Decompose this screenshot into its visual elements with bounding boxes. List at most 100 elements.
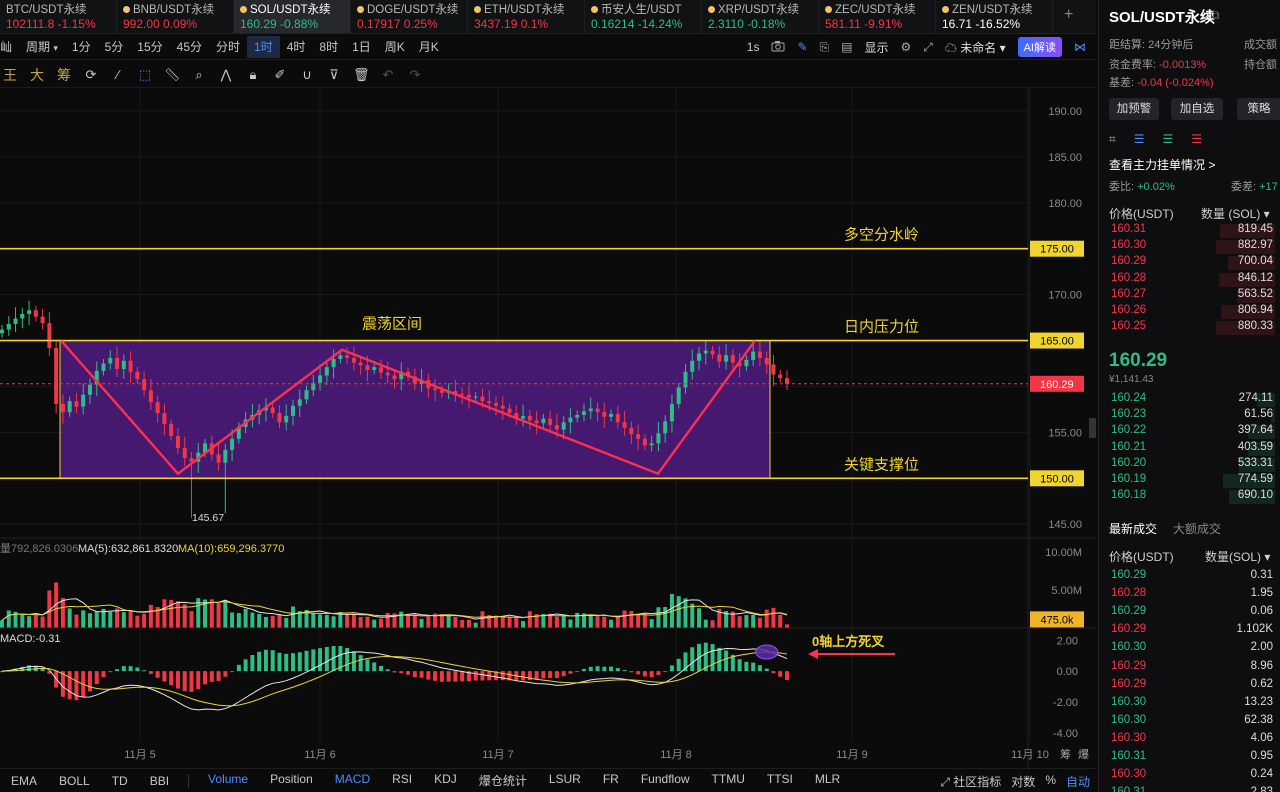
interval-toggle[interactable]: 1s <box>747 40 760 54</box>
filter-icon[interactable]: ⊽ <box>326 67 342 83</box>
ticker-tab[interactable]: ZEN/USDT永续 16.71 -16.52% <box>936 0 1053 33</box>
timeframe-8[interactable]: 1日 <box>345 36 378 58</box>
indicator-1[interactable]: Position <box>259 772 324 789</box>
account-dropdown[interactable]: ☁ 未命名 ▾ <box>945 39 1006 56</box>
ticker-tab[interactable]: DOGE/USDT永续 0.17917 0.25% <box>351 0 468 33</box>
timeframe-6[interactable]: 4时 <box>280 36 313 58</box>
ticker-tab[interactable]: SOL/USDT永续 160.29 -0.88% <box>234 0 351 33</box>
indicator-left-2[interactable]: TD <box>101 774 139 788</box>
add-alert-button[interactable]: 加预警 <box>1109 98 1159 120</box>
orderbook-row[interactable]: 160.18 690.10 <box>1109 489 1275 505</box>
orderbook-row[interactable]: 160.20 533.31 <box>1109 457 1275 473</box>
ticker-tab[interactable]: ETH/USDT永续 3437.19 0.1% <box>468 0 585 33</box>
orderbook-row[interactable]: 160.21 403.59 <box>1109 441 1275 457</box>
timeframe-5[interactable]: 1时 <box>247 35 280 58</box>
range-box[interactable] <box>59 340 771 479</box>
period-dropdown[interactable]: 周期 ▾ <box>19 36 65 58</box>
ticker-tab[interactable]: 币安人生/USDT 0.16214 -14.24% <box>585 0 702 33</box>
ticker-tab[interactable]: XRP/USDT永续 2.3110 -0.18% <box>702 0 819 33</box>
refresh-icon[interactable]: ⟳ <box>83 67 99 83</box>
orderbook-row[interactable]: 160.23 61.56 <box>1109 408 1275 424</box>
indicator-6[interactable]: LSUR <box>538 772 592 789</box>
tab-large-trades[interactable]: 大额成交 <box>1173 520 1221 537</box>
main-order-link[interactable]: 查看主力挂单情况 > <box>1109 156 1215 173</box>
brush-icon[interactable]: ⌕ <box>191 67 207 83</box>
indicator-left-0[interactable]: EMA <box>0 774 48 788</box>
timeframe-4[interactable]: 分时 <box>209 36 247 58</box>
collapse-handle[interactable] <box>1089 418 1096 438</box>
add-tab-icon[interactable]: + <box>1064 6 1073 24</box>
indicator-3[interactable]: RSI <box>381 772 423 789</box>
orderbook-row[interactable]: 160.31 819.45 <box>1109 223 1275 239</box>
indicator-7[interactable]: FR <box>592 772 630 789</box>
indicator-4[interactable]: KDJ <box>423 772 468 789</box>
display-button[interactable]: 显示 <box>864 39 888 56</box>
add-watchlist-button[interactable]: 加自选 <box>1171 98 1223 120</box>
chart-type-label[interactable]: 屾 <box>0 36 19 58</box>
drawing-tool-2[interactable]: 大 <box>29 65 45 85</box>
tab-latest-trades[interactable]: 最新成交 <box>1109 520 1157 537</box>
ruler-icon[interactable]: 📏︎ <box>164 67 181 83</box>
timeframe-1[interactable]: 5分 <box>98 36 131 58</box>
undo-icon[interactable]: ↶ <box>380 67 396 83</box>
timeframe-0[interactable]: 1分 <box>65 36 98 58</box>
timeframe-3[interactable]: 45分 <box>170 36 209 58</box>
slash-line-icon[interactable]: ⁄ <box>110 67 126 82</box>
orderbook-row[interactable]: 160.30 882.97 <box>1109 239 1275 255</box>
ticker-tab[interactable]: ZEC/USDT永续 581.11 -9.91% <box>819 0 936 33</box>
indicator-10[interactable]: TTSI <box>756 772 804 789</box>
chip-distribution-tool[interactable]: 筹 <box>56 65 72 85</box>
strategy-button[interactable]: 策略 <box>1237 98 1280 120</box>
layout-icon[interactable]: ▤ <box>841 40 852 54</box>
orderbook-row[interactable]: 160.24 274.11 <box>1109 392 1275 408</box>
orderbook-both-icon[interactable]: ☰ <box>1134 132 1145 147</box>
community-indicators-button[interactable]: ⤢ 社区指标 <box>940 773 1001 790</box>
indicator-left-1[interactable]: BOLL <box>48 774 101 788</box>
orderbook-row[interactable]: 160.27 563.52 <box>1109 288 1275 304</box>
select-tool-icon[interactable]: ⬚ <box>137 67 153 83</box>
orderbook-asks-icon[interactable]: ☰ <box>1191 132 1202 147</box>
magnet-icon[interactable]: ∪ <box>299 67 315 83</box>
fullscreen-icon[interactable]: ⤢ <box>923 40 933 55</box>
drawing-tool-1[interactable]: 王 <box>2 65 18 85</box>
trade-col-qty[interactable]: 数量(SOL) ▾ <box>1205 548 1270 565</box>
pen-icon[interactable]: ✎ <box>797 40 807 54</box>
ticker-tab[interactable]: BNB/USDT永续 992.00 0.09% <box>117 0 234 33</box>
orderbook-row[interactable]: 160.28 846.12 <box>1109 272 1275 288</box>
pattern-tool-icon[interactable]: ⋀ <box>218 67 234 83</box>
ob-col-qty[interactable]: 数量 (SOL) ▾ <box>1201 205 1270 222</box>
ticker-tab[interactable]: BTC/USDT永续 102111.8 -1.15% <box>0 0 117 33</box>
timeframe-9[interactable]: 周K <box>378 36 412 58</box>
lock-icon[interactable]: 🔒︎ <box>245 67 261 83</box>
timeframe-10[interactable]: 月K <box>412 36 446 58</box>
chip-toggle[interactable]: 筹 <box>1060 747 1071 761</box>
liquidation-toggle[interactable]: 爆 <box>1078 747 1089 761</box>
indicator-8[interactable]: Fundflow <box>630 772 701 789</box>
price-chart[interactable]: 190.00 185.00 180.00 170.00 155.00 145.00 震荡区间… <box>0 88 1096 768</box>
settings-icon[interactable]: ⚙ <box>900 40 911 54</box>
share-icon[interactable]: ⋈ <box>1074 40 1086 54</box>
indicator-0[interactable]: Volume <box>197 772 259 789</box>
indicator-9[interactable]: TTMU <box>701 772 756 789</box>
camera-icon[interactable] <box>771 40 785 55</box>
note-icon[interactable]: ✐ <box>272 67 288 83</box>
timeframe-2[interactable]: 15分 <box>130 36 169 58</box>
indicator-left-3[interactable]: BBI <box>139 774 180 788</box>
indicator-11[interactable]: MLR <box>804 772 851 789</box>
redo-icon[interactable]: ↷ <box>407 67 423 83</box>
orderbook-row[interactable]: 160.29 700.04 <box>1109 255 1275 271</box>
orderbook-row[interactable]: 160.22 397.64 <box>1109 424 1275 440</box>
indicator-5[interactable]: 爆仓统计 <box>468 772 538 789</box>
percent-toggle[interactable]: % <box>1045 773 1056 790</box>
copy-icon[interactable]: ⧉ <box>1211 8 1220 23</box>
ai-analysis-button[interactable]: AI解读 <box>1017 37 1062 57</box>
indicator-2[interactable]: MACD <box>324 772 381 789</box>
orderbook-row[interactable]: 160.26 806.94 <box>1109 304 1275 320</box>
orderbook-pin-icon[interactable]: ⌗ <box>1109 132 1116 147</box>
orderbook-row[interactable]: 160.19 774.59 <box>1109 473 1275 489</box>
orderbook-bids-icon[interactable]: ☰ <box>1163 132 1174 147</box>
log-scale-toggle[interactable]: 对数 <box>1011 773 1035 790</box>
trash-icon[interactable]: 🗑︎ <box>353 67 370 83</box>
orderbook-row[interactable]: 160.25 880.33 <box>1109 320 1275 336</box>
timeframe-7[interactable]: 8时 <box>312 36 345 58</box>
